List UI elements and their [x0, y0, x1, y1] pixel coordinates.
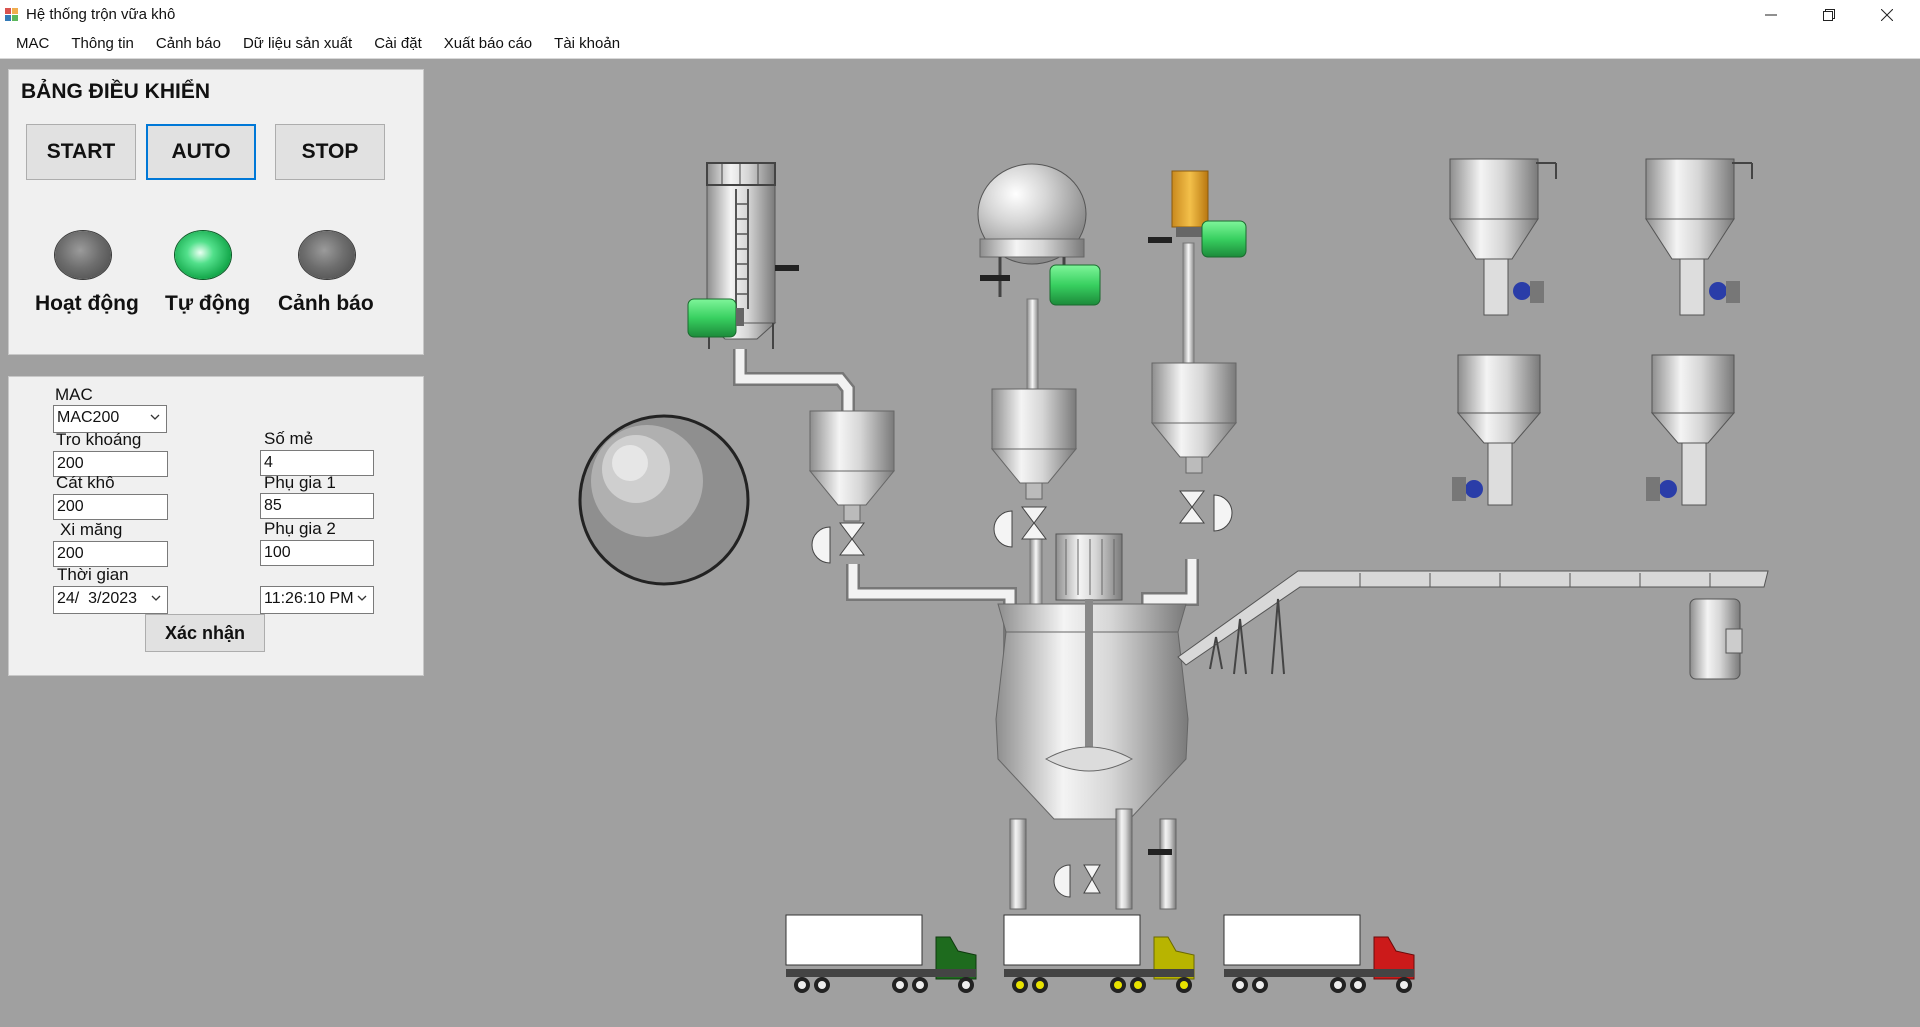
menu-xuat-bao-cao[interactable]: Xuất báo cáo — [433, 30, 543, 58]
menu-mac[interactable]: MAC — [0, 30, 60, 58]
weigh-hopper-2 — [990, 388, 1078, 500]
conveyor — [1177, 570, 1769, 680]
additive-tank — [1148, 170, 1209, 243]
motor-1 — [687, 298, 744, 338]
menu-tai-khoan[interactable]: Tài khoản — [543, 30, 631, 58]
menu-thong-tin[interactable]: Thông tin — [60, 30, 145, 58]
minimize-icon — [1765, 14, 1777, 16]
dosing-bin-3 — [1452, 354, 1542, 506]
conveyor-motor — [1689, 598, 1743, 680]
restore-icon — [1823, 9, 1835, 21]
app-icon — [5, 8, 18, 21]
dosing-bin-4 — [1646, 354, 1736, 506]
spherical-tank — [578, 414, 750, 586]
title-bar: Hệ thống trộn vữa khô — [0, 0, 1920, 30]
main-area: BẢNG ĐIỀU KHIỂN START AUTO STOP Hoạt độn… — [0, 59, 1920, 1027]
minimize-button[interactable] — [1742, 0, 1800, 30]
motor-3 — [1201, 220, 1247, 258]
feed-pipes — [733, 242, 1199, 660]
motor-2 — [1049, 264, 1101, 306]
valve-3 — [1179, 490, 1233, 532]
restore-button[interactable] — [1800, 0, 1858, 30]
close-button[interactable] — [1858, 0, 1916, 30]
menu-du-lieu-san-xuat[interactable]: Dữ liệu sản xuất — [232, 30, 363, 58]
plant-mimic-diagram — [578, 158, 1769, 993]
dosing-bin-2 — [1645, 158, 1753, 316]
truck-green — [785, 914, 977, 993]
truck-yellow — [1003, 914, 1195, 993]
dosing-bin-1 — [1449, 158, 1557, 316]
truck-red — [1223, 914, 1415, 993]
menu-canh-bao[interactable]: Cảnh báo — [145, 30, 232, 58]
valve-1 — [811, 522, 865, 564]
weigh-hopper-3 — [1150, 362, 1238, 474]
mixer-tank — [995, 533, 1189, 910]
menu-cai-dat[interactable]: Cài đặt — [363, 30, 433, 58]
window-title: Hệ thống trộn vữa khô — [26, 6, 176, 23]
menu-bar: MAC Thông tin Cảnh báo Dữ liệu sản xuất … — [0, 30, 1920, 59]
weigh-hopper-1 — [808, 410, 896, 522]
close-icon — [1881, 9, 1893, 21]
